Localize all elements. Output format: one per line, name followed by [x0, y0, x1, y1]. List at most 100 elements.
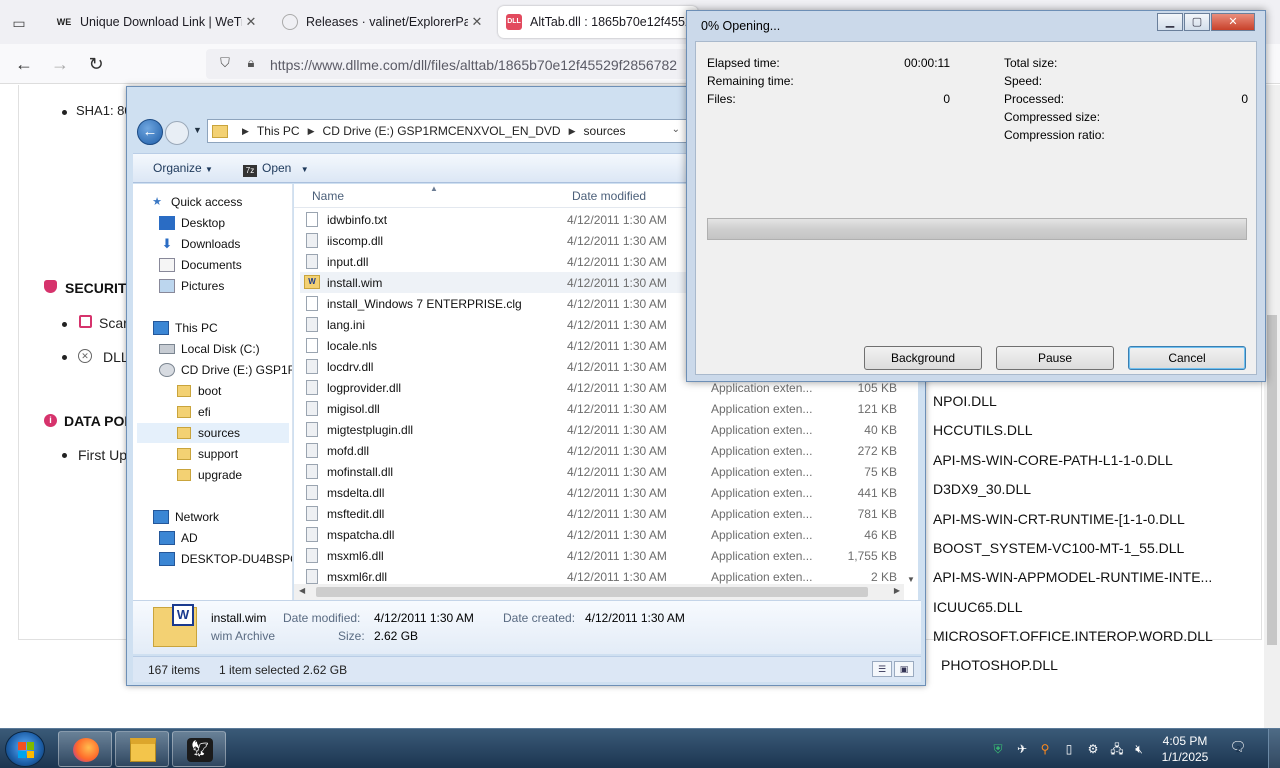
file-date: 4/12/2011 1:30 AM	[567, 255, 667, 269]
large-icons-view-icon[interactable]: ▣	[894, 661, 914, 677]
scroll-right-arrow-icon[interactable]: ▶	[894, 586, 900, 595]
nav-cd-drive[interactable]: CD Drive (E:) GSP1R	[159, 360, 292, 380]
maximize-icon[interactable]: ▢	[1184, 13, 1210, 31]
scroll-left-arrow-icon[interactable]: ◀	[299, 586, 305, 595]
dll-list-item[interactable]: ICUUC65.DLL	[933, 599, 1022, 615]
nav-label: upgrade	[198, 468, 243, 482]
dll-list-item[interactable]: PHOTOSHOP.DLL	[941, 657, 1058, 673]
tab-wetransfer[interactable]: WE Unique Download Link | WeTrar ✕	[48, 6, 270, 38]
forward-arrow-icon[interactable]: →	[48, 52, 72, 76]
security-shield-tray-icon[interactable]: ⛨	[990, 741, 1006, 757]
column-date-modified[interactable]: Date modified	[572, 189, 646, 203]
dll-list-item[interactable]: HCCUTILS.DLL	[933, 422, 1033, 438]
network-tray-icon[interactable]: 🖧︎	[1109, 741, 1125, 757]
file-row[interactable]: migtestplugin.dll 4/12/2011 1:30 AM Applic…	[300, 419, 912, 440]
pause-button[interactable]: Pause	[996, 346, 1114, 370]
address-dropdown-chevron-icon[interactable]: ⌄	[672, 124, 680, 135]
page-scrollbar[interactable]	[1264, 85, 1280, 728]
nav-folder-upgrade[interactable]: upgrade	[177, 465, 242, 485]
nav-folder-support[interactable]: support	[177, 444, 238, 464]
close-tab-icon[interactable]: ✕	[242, 14, 260, 30]
open-button[interactable]: 7z Open ▼	[243, 161, 309, 177]
dll-list-item[interactable]: BOOST_SYSTEM-VC100-MT-1_55.DLL	[933, 540, 1184, 556]
chevron-right-icon[interactable]: ▶	[569, 126, 576, 137]
file-row[interactable]: mofinstall.dll 4/12/2011 1:30 AM Applicati…	[300, 461, 912, 482]
dll-file-icon	[306, 422, 318, 437]
nav-folder-sources[interactable]: sources	[137, 423, 289, 443]
back-arrow-icon[interactable]: ←	[137, 119, 163, 145]
show-desktop-button[interactable]	[1268, 729, 1280, 768]
forward-arrow-icon[interactable]	[165, 121, 189, 145]
chevron-right-icon[interactable]: ▶	[308, 126, 315, 137]
dll-list-item[interactable]: NPOI.DLL	[933, 393, 997, 409]
dll-list-item[interactable]: API-MS-WIN-CRT-RUNTIME-[1-1-0.DLL	[933, 511, 1185, 527]
nav-label: Downloads	[181, 237, 241, 251]
breadcrumb[interactable]: ▶ This PC ▶ CD Drive (E:) GSP1RMCENXVOL_…	[207, 119, 687, 143]
file-row[interactable]: msxml6.dll 4/12/2011 1:30 AM Application e…	[300, 545, 912, 566]
nav-downloads[interactable]: ⬇ Downloads	[159, 234, 241, 254]
column-name[interactable]: Name	[312, 189, 344, 203]
scrollbar-thumb[interactable]	[1267, 315, 1277, 645]
horizontal-scrollbar[interactable]: ◀ ▶	[294, 584, 904, 600]
taskbar-firefox[interactable]	[58, 731, 112, 767]
file-row[interactable]: mspatcha.dll 4/12/2011 1:30 AM Application…	[300, 524, 912, 545]
nav-network-ad[interactable]: AD	[159, 528, 198, 548]
file-date: 4/12/2011 1:30 AM	[567, 486, 667, 500]
minimize-icon[interactable]: ▁	[1157, 13, 1183, 31]
volume-muted-icon[interactable]: 🔇︎	[1131, 741, 1147, 757]
eagle-app-icon: 🦅︎	[187, 738, 213, 762]
taskbar-clock[interactable]: 4:05 PM 1/1/2025	[1152, 733, 1218, 765]
nav-network-desktop[interactable]: DESKTOP-DU4BSPG	[159, 549, 292, 569]
nav-folder-efi[interactable]: efi	[177, 402, 211, 422]
dll-list-item[interactable]: D3DX9_30.DLL	[933, 481, 1031, 497]
recent-pages-chevron-icon[interactable]: ▼	[193, 125, 203, 135]
close-icon[interactable]: ✕	[1211, 13, 1255, 31]
tracking-shield-icon[interactable]: ⛉	[216, 55, 234, 73]
nav-desktop[interactable]: Desktop	[159, 213, 225, 233]
close-tab-icon[interactable]: ✕	[468, 14, 486, 30]
start-button[interactable]	[5, 731, 45, 767]
file-row[interactable]: mofd.dll 4/12/2011 1:30 AM Application ext…	[300, 440, 912, 461]
list-all-tabs-icon[interactable]: ▭	[8, 12, 30, 34]
file-size: 272 KB	[857, 444, 897, 458]
settings-tray-icon[interactable]: ⚙	[1085, 741, 1101, 757]
scan-link[interactable]: Scar	[99, 315, 128, 331]
dll-list-item[interactable]: MICROSOFT.OFFICE.INTEROP.WORD.DLL	[933, 628, 1213, 644]
remaining-label: Remaining time:	[707, 74, 794, 88]
taskbar-7zip[interactable]: 🦅︎	[172, 731, 226, 767]
tab-github-releases[interactable]: Releases · valinet/ExplorerPatch ✕	[274, 6, 496, 38]
nav-network[interactable]: Network	[153, 507, 219, 527]
back-arrow-icon[interactable]: ←	[12, 52, 36, 76]
details-view-icon[interactable]: ☰	[872, 661, 892, 677]
scroll-down-arrow-icon[interactable]: ▼	[907, 575, 915, 584]
dll-list-item[interactable]: API-MS-WIN-APPMODEL-RUNTIME-INTE...	[933, 569, 1212, 585]
file-row[interactable]: msdelta.dll 4/12/2011 1:30 AM Application …	[300, 482, 912, 503]
nav-this-pc[interactable]: This PC	[153, 318, 218, 338]
scrollbar-thumb[interactable]	[316, 587, 868, 597]
breadcrumb-sources[interactable]: sources	[584, 124, 626, 138]
nav-documents[interactable]: Documents	[159, 255, 242, 275]
notifications-icon[interactable]: 🗨︎ 2	[1228, 739, 1248, 759]
background-button[interactable]: Background	[864, 346, 982, 370]
cancel-button[interactable]: Cancel	[1128, 346, 1246, 370]
breadcrumb-this-pc[interactable]: This PC	[257, 124, 300, 138]
file-row[interactable]: msftedit.dll 4/12/2011 1:30 AM Application…	[300, 503, 912, 524]
dll-list-item[interactable]: API-MS-WIN-CORE-PATH-L1-1-0.DLL	[933, 452, 1173, 468]
reload-icon[interactable]: ↻	[84, 52, 108, 76]
details-file-type: wim Archive	[211, 629, 276, 643]
search-tray-icon[interactable]: ⚲	[1037, 741, 1053, 757]
breadcrumb-cd-drive[interactable]: CD Drive (E:) GSP1RMCENXVOL_EN_DVD	[323, 124, 561, 138]
organize-button[interactable]: Organize ▼	[153, 161, 213, 175]
taskbar-file-explorer[interactable]	[115, 731, 169, 767]
tab-dllme-active[interactable]: DLL AltTab.dll : 1865b70e12f45529f	[498, 6, 698, 38]
nav-quick-access[interactable]: ★ Quick access	[149, 192, 242, 212]
nav-pictures[interactable]: Pictures	[159, 276, 224, 296]
app-tray-icon[interactable]: ✈	[1014, 741, 1030, 757]
usb-drive-tray-icon[interactable]: ▯	[1061, 741, 1077, 757]
nav-folder-boot[interactable]: boot	[177, 381, 221, 401]
chevron-right-icon[interactable]: ▶	[242, 126, 249, 137]
padlock-icon[interactable]: 🔒︎	[242, 55, 260, 73]
nav-local-disk[interactable]: Local Disk (C:)	[159, 339, 260, 359]
file-row[interactable]: migisol.dll 4/12/2011 1:30 AM Application …	[300, 398, 912, 419]
url-text[interactable]: https://www.dllme.com/dll/files/alttab/1…	[270, 57, 677, 73]
